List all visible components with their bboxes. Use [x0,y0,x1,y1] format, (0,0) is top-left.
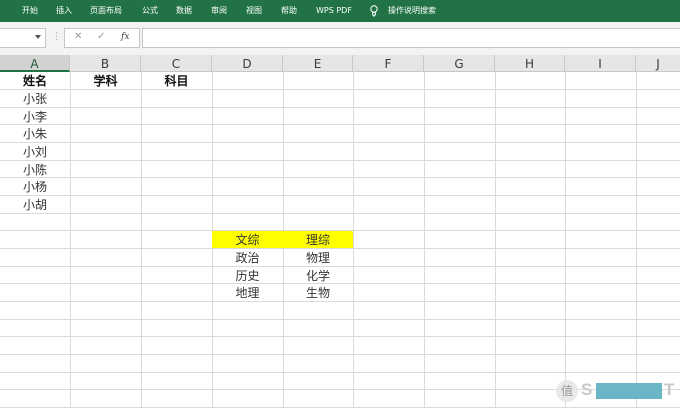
cell-a5[interactable]: 小刘 [0,143,70,160]
cell-a8[interactable]: 小胡 [0,196,70,213]
tab-page-layout[interactable]: 页面布局 [90,0,122,22]
column-line [353,72,354,408]
cell-e12[interactable]: 物理 [283,249,353,266]
column-header-d[interactable]: D [212,55,283,72]
column-line [495,72,496,408]
column-header-c[interactable]: C [141,55,212,72]
cell-d13[interactable]: 历史 [212,267,283,284]
watermark-letter-t: T [664,380,675,399]
cell-b1[interactable]: 学科 [70,72,141,89]
tab-review[interactable]: 审阅 [211,0,227,22]
tab-home[interactable]: 开始 [22,0,38,22]
column-header-f[interactable]: F [353,55,424,72]
tab-help[interactable]: 帮助 [281,0,297,22]
drag-handle-icon[interactable]: ⋮ [52,32,61,42]
formula-bar: ⋮ ✕ ✓ fx [0,22,680,56]
watermark-circle: 值 [556,380,578,402]
cell-e14[interactable]: 生物 [283,284,353,301]
ribbon-tab-bar: 开始 插入 页面布局 公式 数据 审阅 视图 帮助 WPS PDF 操作说明搜索 [0,0,680,22]
formula-input[interactable] [142,28,680,48]
formula-buttons: ✕ ✓ fx [64,28,140,48]
name-box[interactable] [0,28,46,48]
row-line [0,301,680,302]
column-line [636,72,637,408]
row-line [0,319,680,320]
cell-a1[interactable]: 姓名 [0,72,70,89]
row-line [0,372,680,373]
cell-a6[interactable]: 小陈 [0,161,70,178]
tab-view[interactable]: 视图 [246,0,262,22]
worksheet-grid[interactable]: 姓名 学科 科目 小张 小李 小朱 小刘 小陈 小杨 小胡 文综 理综 政治 物… [0,72,680,408]
cell-a2[interactable]: 小张 [0,90,70,107]
cell-d11[interactable]: 文综 [212,231,283,248]
column-line [565,72,566,408]
row-line [0,177,680,178]
search-box-label[interactable]: 操作说明搜索 [388,0,436,22]
row-line [0,107,680,108]
cancel-icon[interactable]: ✕ [74,31,82,42]
cell-c1[interactable]: 科目 [141,72,212,89]
cell-a4[interactable]: 小朱 [0,125,70,142]
row-line [0,195,680,196]
column-header-h[interactable]: H [495,55,565,72]
tab-wps-pdf[interactable]: WPS PDF [316,0,352,22]
tab-insert[interactable]: 插入 [56,0,72,22]
column-header-b[interactable]: B [70,55,141,72]
column-header-j[interactable]: J [636,55,680,72]
cell-a7[interactable]: 小杨 [0,178,70,195]
row-line [0,142,680,143]
row-line [0,160,680,161]
confirm-icon[interactable]: ✓ [97,31,105,42]
tab-formulas[interactable]: 公式 [142,0,158,22]
watermark-bar [596,383,662,399]
cell-e11[interactable]: 理综 [283,231,353,248]
row-line [0,213,680,214]
column-header-a[interactable]: A [0,55,70,72]
column-header-i[interactable]: I [565,55,636,72]
insert-function-icon[interactable]: fx [121,32,129,42]
column-line [70,72,71,408]
column-line [141,72,142,408]
row-line [0,124,680,125]
column-header-e[interactable]: E [283,55,353,72]
column-header-g[interactable]: G [424,55,495,72]
cell-d12[interactable]: 政治 [212,249,283,266]
cell-d14[interactable]: 地理 [212,284,283,301]
column-line [424,72,425,408]
row-line [0,354,680,355]
chevron-down-icon[interactable] [35,35,41,39]
watermark-logo: 值 S T [556,379,678,405]
cell-e13[interactable]: 化学 [283,267,353,284]
tab-data[interactable]: 数据 [176,0,192,22]
row-line [0,336,680,337]
row-line [0,89,680,90]
lightbulb-icon[interactable] [370,5,378,17]
cell-a3[interactable]: 小李 [0,108,70,125]
watermark-letter-s: S [581,380,593,399]
